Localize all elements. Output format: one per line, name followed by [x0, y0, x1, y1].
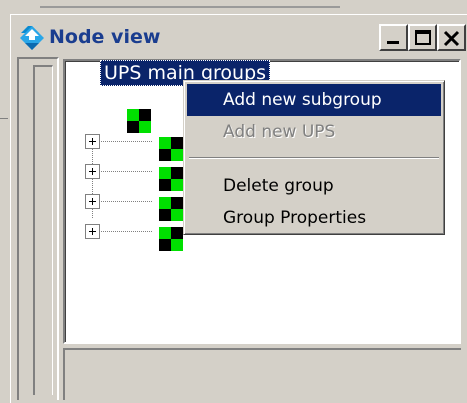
bottom-pane	[63, 348, 461, 400]
window-title: Node view	[49, 26, 161, 48]
expand-toggle[interactable]	[85, 224, 100, 239]
title-bar[interactable]: Node view	[17, 19, 466, 55]
tree-connector-horizontal	[101, 171, 153, 172]
menu-item-add-new-subgroup[interactable]: Add new subgroup	[187, 84, 441, 116]
expand-toggle[interactable]	[85, 164, 100, 179]
tree-connector-horizontal	[101, 231, 153, 232]
expand-toggle[interactable]	[85, 194, 100, 209]
diamond-arrows-icon	[20, 26, 44, 50]
background-window-strip	[0, 0, 467, 14]
left-pane	[17, 57, 59, 400]
maximize-button[interactable]	[408, 24, 437, 51]
context-menu: Add new subgroup Add new UPS Delete grou…	[183, 80, 445, 235]
close-button[interactable]	[437, 24, 466, 51]
background-window-edge	[40, 0, 340, 8]
menu-item-add-new-ups[interactable]: Add new UPS	[187, 116, 441, 148]
menu-item-delete-group[interactable]: Delete group	[187, 170, 441, 202]
maximize-icon	[415, 30, 431, 45]
minimize-icon	[387, 41, 399, 44]
left-pane-inset	[33, 65, 53, 395]
group-node-icon[interactable]	[159, 197, 183, 221]
tree-connector-horizontal	[101, 201, 153, 202]
menu-item-group-properties[interactable]: Group Properties	[187, 202, 441, 234]
menu-separator	[189, 157, 439, 159]
minimize-button[interactable]	[379, 24, 408, 51]
tree-connector-horizontal	[101, 141, 153, 142]
expand-toggle[interactable]	[85, 134, 100, 149]
group-node-icon[interactable]	[159, 137, 183, 161]
background-divider	[0, 118, 8, 119]
group-node-icon[interactable]	[159, 227, 183, 251]
group-node-icon[interactable]	[159, 167, 183, 191]
close-icon	[443, 30, 460, 47]
group-node-icon[interactable]	[127, 109, 151, 133]
